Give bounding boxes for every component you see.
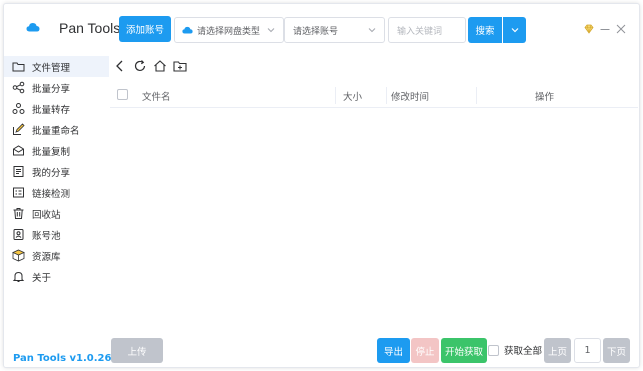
column-divider bbox=[476, 87, 477, 104]
column-header-size[interactable]: 大小 bbox=[338, 83, 362, 108]
search-dropdown-button[interactable] bbox=[503, 17, 526, 43]
app-window: Pan Tools 添加账号 请选择网盘类型 请选择账号 输入关键词 搜索 文件… bbox=[3, 3, 640, 368]
keyword-input[interactable]: 输入关键词 bbox=[388, 17, 466, 43]
chevron-down-icon bbox=[368, 28, 376, 33]
sidebar-item-label: 批量分享 bbox=[32, 83, 71, 95]
account-select[interactable]: 请选择账号 bbox=[284, 17, 385, 43]
sidebar-item-label: 批量复制 bbox=[32, 146, 71, 158]
sidebar-item-recycle-bin[interactable]: 回收站 bbox=[4, 203, 109, 224]
add-account-button[interactable]: 添加账号 bbox=[119, 16, 171, 42]
diamond-icon[interactable] bbox=[583, 23, 595, 35]
resource-icon bbox=[12, 249, 25, 262]
rename-icon bbox=[13, 123, 25, 135]
back-icon[interactable] bbox=[113, 59, 127, 73]
account-pool-icon bbox=[13, 229, 24, 240]
select-all-checkbox[interactable] bbox=[117, 89, 128, 100]
checkbox-box[interactable] bbox=[488, 344, 499, 356]
sidebar-item-link-check[interactable]: 链接检测 bbox=[4, 182, 109, 203]
file-toolbar bbox=[113, 58, 193, 74]
column-header-modified[interactable]: 修改时间 bbox=[386, 83, 429, 108]
my-share-icon bbox=[13, 166, 24, 177]
sidebar-item-about[interactable]: 关于 bbox=[4, 266, 109, 287]
fetch-all-checkbox[interactable]: 获取全部 bbox=[488, 343, 542, 357]
sidebar: 文件管理 批量分享 批量转存 批量重命名 批量复制 我的分享 链接检测 回收站 bbox=[4, 56, 109, 287]
sidebar-item-label: 回收站 bbox=[32, 209, 61, 221]
sidebar-item-label: 关于 bbox=[32, 272, 52, 284]
share-icon bbox=[12, 81, 25, 94]
bell-icon bbox=[12, 271, 25, 282]
sidebar-item-file-management[interactable]: 文件管理 bbox=[4, 56, 109, 77]
cloud-icon bbox=[182, 26, 193, 34]
prev-page-button[interactable]: 上页 bbox=[544, 338, 571, 363]
sidebar-item-batch-copy[interactable]: 批量复制 bbox=[4, 140, 109, 161]
close-icon[interactable] bbox=[615, 23, 627, 35]
refresh-icon[interactable] bbox=[133, 59, 147, 73]
sidebar-item-label: 批量转存 bbox=[32, 104, 71, 116]
sidebar-item-label: 批量重命名 bbox=[32, 125, 80, 137]
sidebar-item-account-pool[interactable]: 账号池 bbox=[4, 224, 109, 245]
sidebar-item-label: 我的分享 bbox=[32, 167, 71, 179]
table-header: 文件名 大小 修改时间 操作 bbox=[110, 83, 638, 108]
sidebar-item-label: 链接检测 bbox=[32, 188, 71, 200]
next-page-button[interactable]: 下页 bbox=[603, 338, 630, 363]
file-table: 文件名 大小 修改时间 操作 bbox=[110, 83, 638, 108]
new-folder-icon[interactable] bbox=[173, 59, 187, 73]
sidebar-item-my-share[interactable]: 我的分享 bbox=[4, 161, 109, 182]
fetch-all-label: 获取全部 bbox=[504, 346, 543, 357]
sidebar-item-resource-library[interactable]: 资源库 bbox=[4, 245, 109, 266]
upload-button[interactable]: 上传 bbox=[111, 338, 163, 363]
sidebar-item-batch-share[interactable]: 批量分享 bbox=[4, 77, 109, 98]
copy-icon bbox=[13, 145, 24, 156]
chevron-down-icon bbox=[267, 28, 275, 33]
header: Pan Tools 添加账号 请选择网盘类型 请选择账号 输入关键词 搜索 bbox=[4, 4, 639, 54]
page-number-input[interactable]: 1 bbox=[574, 338, 601, 363]
sidebar-item-batch-rename[interactable]: 批量重命名 bbox=[4, 119, 109, 140]
account-placeholder: 请选择账号 bbox=[293, 26, 339, 37]
sidebar-item-batch-transfer[interactable]: 批量转存 bbox=[4, 98, 109, 119]
column-header-actions: 操作 bbox=[535, 91, 555, 103]
column-header-name[interactable]: 文件名 bbox=[137, 83, 171, 108]
column-divider bbox=[335, 87, 336, 104]
app-title: Pan Tools bbox=[59, 20, 121, 36]
link-check-icon bbox=[13, 187, 24, 198]
search-button[interactable]: 搜索 bbox=[468, 17, 502, 43]
folder-icon bbox=[12, 62, 25, 72]
start-fetch-button[interactable]: 开始获取 bbox=[441, 338, 487, 363]
trash-icon bbox=[13, 208, 24, 219]
disk-type-select[interactable]: 请选择网盘类型 bbox=[174, 17, 284, 43]
sidebar-item-label: 资源库 bbox=[32, 251, 61, 263]
cloud-logo-icon bbox=[26, 23, 40, 32]
version-label: Pan Tools v1.0.26 bbox=[13, 353, 112, 364]
export-button[interactable]: 导出 bbox=[377, 338, 410, 363]
home-icon[interactable] bbox=[153, 59, 167, 73]
minimize-icon[interactable] bbox=[599, 23, 611, 35]
stop-button[interactable]: 停止 bbox=[411, 338, 439, 363]
chevron-down-icon bbox=[511, 28, 518, 33]
sidebar-item-label: 账号池 bbox=[32, 230, 61, 242]
sidebar-item-label: 文件管理 bbox=[32, 62, 71, 74]
transfer-icon bbox=[12, 103, 25, 114]
disk-type-placeholder: 请选择网盘类型 bbox=[197, 26, 261, 37]
